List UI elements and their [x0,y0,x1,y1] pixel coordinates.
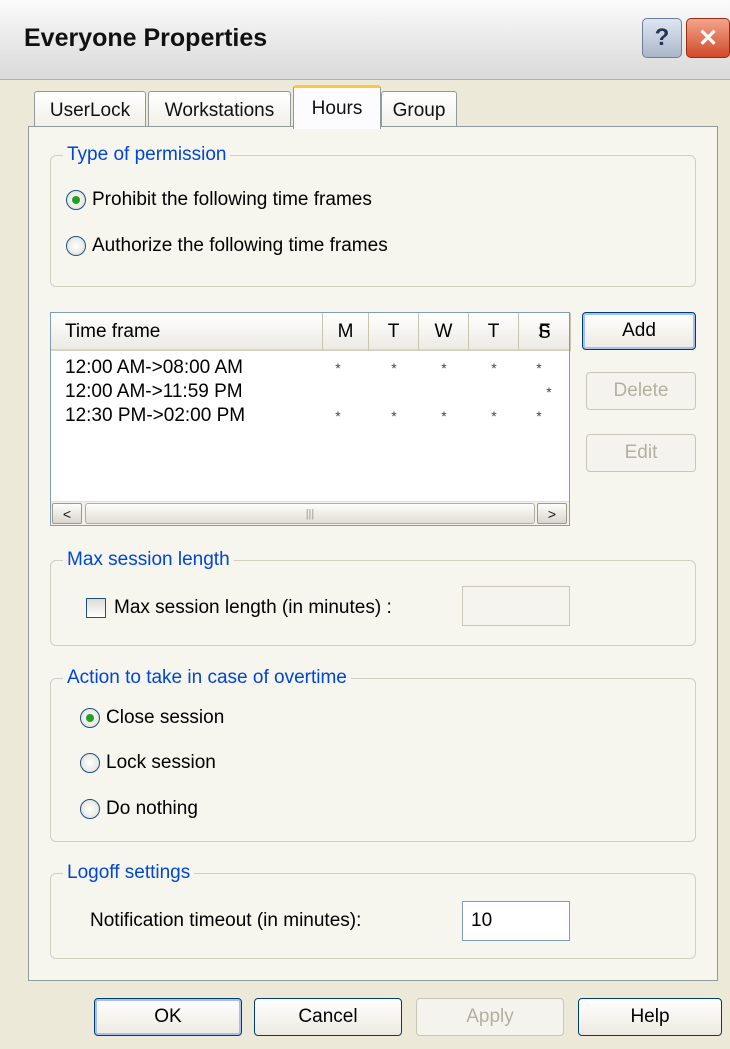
max-session-input[interactable] [462,586,570,626]
row-day-mark: * [391,360,397,376]
row-day-mark [369,380,419,404]
header-thursday[interactable]: T [469,313,519,351]
tab-userlock[interactable]: UserLock [34,91,146,129]
timeframe-list[interactable]: Time frame M T W T F 12:00 AM->08:00 AM … [50,312,571,526]
header-saturday[interactable]: S [538,322,551,344]
prohibit-label: Prohibit the following time frames [92,189,372,210]
row-day-mark: * [335,360,341,376]
max-session-legend: Max session length [63,549,234,571]
do-nothing-label: Do nothing [106,798,198,819]
authorize-radio[interactable]: Authorize the following time frames [66,235,388,257]
max-session-checkbox[interactable]: Max session length (in minutes) : [86,597,392,619]
lock-session-radio[interactable]: Lock session [80,752,216,774]
add-button[interactable]: Add [582,312,696,350]
tab-hours[interactable]: Hours [293,85,381,129]
header-monday[interactable]: M [323,313,369,351]
radio-unchecked-icon[interactable] [66,236,86,256]
row-time-frame: 12:00 AM->08:00 AM [65,357,243,378]
row-day-mark: * [491,408,497,424]
apply-button[interactable]: Apply [416,998,564,1036]
radio-unchecked-icon[interactable] [80,799,100,819]
row-time-frame: 12:00 AM->11:59 PM [65,381,243,402]
header-wednesday[interactable]: W [419,313,469,351]
close-session-radio[interactable]: Close session [80,707,224,729]
permission-group: Type of permission [50,144,696,287]
row-day-mark: * [391,408,397,424]
scroll-left-icon[interactable]: < [52,503,82,524]
window-title: Everyone Properties [24,24,268,52]
row-day-mark [529,356,569,380]
table-row[interactable]: 12:00 AM->11:59 PM * [51,380,569,404]
row-day-mark [419,380,469,404]
header-tuesday[interactable]: T [369,313,419,351]
delete-button[interactable]: Delete [586,372,696,410]
list-header: Time frame M T W T F [51,313,571,351]
row-time-frame: 12:30 PM->02:00 PM [65,405,246,426]
radio-unchecked-icon[interactable] [80,753,100,773]
tab-workstations[interactable]: Workstations [148,91,291,129]
title-bar[interactable]: Everyone Properties ? ✕ [0,0,730,80]
row-day-mark: * [335,408,341,424]
header-time-frame[interactable]: Time frame [51,313,323,351]
lock-session-label: Lock session [106,752,216,773]
horizontal-scrollbar[interactable]: < ||| > [51,501,569,525]
notification-timeout-label: Notification timeout (in minutes): [90,910,362,931]
scroll-thumb[interactable]: ||| [85,503,535,524]
checkbox-icon[interactable] [86,598,106,618]
prohibit-radio[interactable]: Prohibit the following time frames [66,189,372,211]
row-day-mark: * [491,360,497,376]
overtime-legend: Action to take in case of overtime [63,667,351,689]
help-icon[interactable]: ? [642,18,682,58]
radio-checked-icon[interactable] [66,190,86,210]
table-row[interactable]: 12:30 PM->02:00 PM * * * * * [51,404,569,428]
max-session-label: Max session length (in minutes) : [114,597,392,618]
close-icon[interactable]: ✕ [686,18,730,58]
scroll-right-icon[interactable]: > [537,503,567,524]
properties-dialog: Everyone Properties ? ✕ UserLock Worksta… [0,0,730,1049]
edit-button[interactable]: Edit [586,434,696,472]
radio-checked-icon[interactable] [80,708,100,728]
row-day-mark: * [441,360,447,376]
logoff-legend: Logoff settings [63,862,195,884]
close-session-label: Close session [106,707,225,728]
row-day-mark: * [441,408,447,424]
row-day-mark [469,380,519,404]
do-nothing-radio[interactable]: Do nothing [80,798,198,820]
ok-button[interactable]: OK [94,998,242,1036]
table-row[interactable]: 12:00 AM->08:00 AM * * * * * [51,356,569,380]
tab-group[interactable]: Group [381,91,457,129]
authorize-label: Authorize the following time frames [92,235,388,256]
row-day-mark [529,404,569,428]
cancel-button[interactable]: Cancel [254,998,402,1036]
row-day-mark: * [546,384,552,400]
help-button[interactable]: Help [578,998,722,1036]
row-day-mark [323,380,353,404]
notification-timeout-input[interactable]: 10 [462,901,570,941]
permission-legend: Type of permission [63,144,231,166]
